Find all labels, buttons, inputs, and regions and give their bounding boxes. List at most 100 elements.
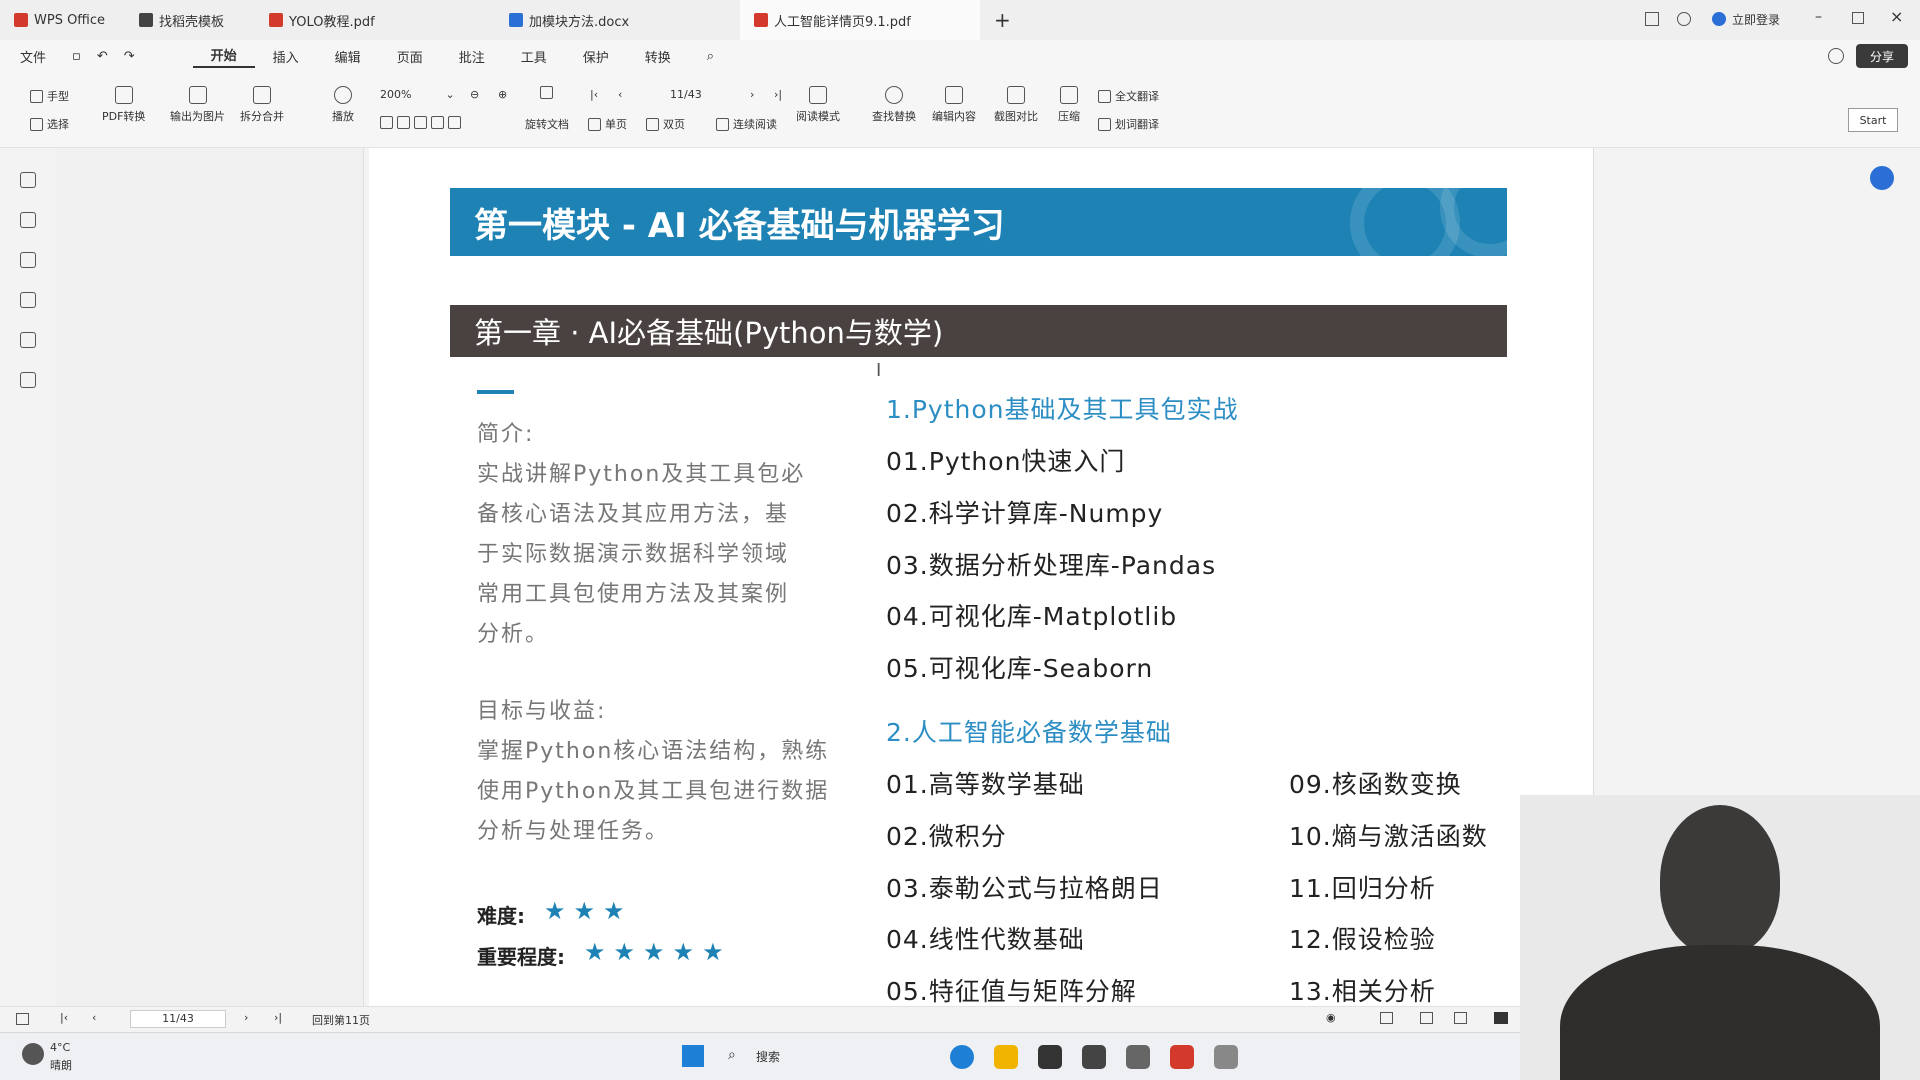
chapter-title-banner: 第一章 · AI必备基础(Python与数学) xyxy=(450,305,1507,357)
select-tool-button[interactable]: 选择 xyxy=(30,116,69,132)
page-number-input[interactable]: 11/43 xyxy=(130,1010,226,1028)
assistant-icon[interactable] xyxy=(1870,166,1894,190)
layout-icon[interactable] xyxy=(1645,12,1659,26)
menu-edit[interactable]: 编辑 xyxy=(317,47,379,66)
menu-convert[interactable]: 转换 xyxy=(627,47,689,66)
play-button[interactable]: 播放 xyxy=(332,86,354,124)
menu-comment[interactable]: 批注 xyxy=(441,47,503,66)
split-icon xyxy=(253,86,271,104)
close-icon[interactable]: × xyxy=(1890,7,1903,26)
last-page-icon[interactable]: ›| xyxy=(774,88,782,101)
menu-tools[interactable]: 工具 xyxy=(503,47,565,66)
app-icon[interactable] xyxy=(1214,1045,1238,1069)
edit-content-button[interactable]: 编辑内容 xyxy=(932,86,976,124)
taskbar-search[interactable]: 搜索 xyxy=(756,1048,780,1065)
menu-home[interactable]: 开始 xyxy=(192,45,255,68)
menu-protect[interactable]: 保护 xyxy=(565,47,627,66)
quick-redo-icon[interactable]: ↷ xyxy=(116,49,143,64)
export-image-button[interactable]: 输出为图片 xyxy=(170,86,225,124)
view-double-icon[interactable] xyxy=(1454,1012,1467,1024)
intro-line: 实战讲解Python及其工具包必 xyxy=(477,462,806,487)
wps-icon[interactable] xyxy=(1170,1045,1194,1069)
play-icon[interactable] xyxy=(1494,1012,1508,1024)
split-merge-label: 拆分合并 xyxy=(240,110,284,123)
tab-yolo-pdf[interactable]: YOLO教程.pdf xyxy=(255,0,495,40)
full-translate-button[interactable]: 全文翻译 xyxy=(1098,88,1159,104)
zoom-select[interactable]: 200% ⌄ xyxy=(380,88,455,101)
single-page-button[interactable]: 单页 xyxy=(588,116,627,132)
fit-width-icon xyxy=(380,116,393,129)
presenter-head xyxy=(1660,805,1780,955)
tab-docx[interactable]: 加模块方法.docx xyxy=(495,0,740,40)
user-avatar-icon[interactable] xyxy=(1712,12,1726,26)
signature-icon[interactable] xyxy=(20,332,36,348)
minimize-icon[interactable]: – xyxy=(1815,9,1822,25)
next-page-icon[interactable]: › xyxy=(750,88,754,101)
tab-wps-office[interactable]: WPS Office xyxy=(0,0,125,40)
first-page-icon[interactable]: |‹ xyxy=(590,88,598,101)
word-translate-button[interactable]: 划词翻译 xyxy=(1098,116,1159,132)
terminal-icon[interactable] xyxy=(1038,1045,1062,1069)
find-replace-button[interactable]: 查找替换 xyxy=(872,86,916,124)
app-icon[interactable] xyxy=(1126,1045,1150,1069)
start-button[interactable]: Start xyxy=(1848,108,1898,132)
eye-icon[interactable]: ◉ xyxy=(1326,1011,1336,1024)
zoom-out-icon[interactable]: ⊖ xyxy=(470,88,479,101)
cube-icon[interactable] xyxy=(1677,12,1691,26)
continuous-read-button[interactable]: 连续阅读 xyxy=(716,116,777,132)
comment-icon[interactable] xyxy=(20,252,36,268)
search-icon[interactable]: ⌕ xyxy=(689,49,732,64)
tab-template[interactable]: 找稻壳模板 xyxy=(125,0,255,40)
page-indicator[interactable]: 11/43 xyxy=(670,88,702,101)
split-merge-button[interactable]: 拆分合并 xyxy=(240,86,284,124)
book-icon xyxy=(809,86,827,104)
menu-file[interactable]: 文件 xyxy=(0,47,64,66)
tab-ai-pdf[interactable]: 人工智能详情页9.1.pdf xyxy=(740,0,980,40)
layers-icon[interactable] xyxy=(20,372,36,388)
attachment-icon[interactable] xyxy=(20,292,36,308)
double-page-button[interactable]: 双页 xyxy=(646,116,685,132)
prev-page-icon[interactable]: ‹ xyxy=(618,88,622,101)
edge-icon[interactable] xyxy=(950,1045,974,1069)
last-page-icon[interactable]: ›| xyxy=(274,1011,282,1024)
restore-icon[interactable] xyxy=(1852,12,1864,24)
cloud-icon[interactable] xyxy=(1828,48,1844,64)
menu-page[interactable]: 页面 xyxy=(379,47,441,66)
folder-icon[interactable] xyxy=(994,1045,1018,1069)
next-page-icon[interactable]: › xyxy=(244,1011,248,1024)
first-page-icon[interactable]: |‹ xyxy=(60,1011,68,1024)
login-link[interactable]: 立即登录 xyxy=(1732,11,1780,28)
start-menu-icon[interactable] xyxy=(682,1045,704,1067)
webcam-overlay xyxy=(1520,795,1920,1080)
menu-insert[interactable]: 插入 xyxy=(255,47,317,66)
search-icon[interactable]: ⌕ xyxy=(728,1047,736,1063)
zoom-in-icon[interactable]: ⊕ xyxy=(498,88,507,101)
compress-button[interactable]: 压缩 xyxy=(1058,86,1080,124)
quick-undo-icon[interactable]: ↶ xyxy=(89,49,116,64)
fit-page-icon[interactable] xyxy=(540,86,553,99)
app-icon[interactable] xyxy=(1082,1045,1106,1069)
goto-page-label[interactable]: 回到第11页 xyxy=(312,1012,370,1028)
section1-title: 1.Python基础及其工具包实战 xyxy=(886,395,1239,424)
hand-tool-button[interactable]: 手型 xyxy=(30,88,69,104)
bookmark-icon[interactable] xyxy=(20,172,36,188)
section2-item: 12.假设检验 xyxy=(1289,925,1436,954)
prev-page-icon[interactable]: ‹ xyxy=(92,1011,96,1024)
view-icons-group[interactable] xyxy=(380,116,461,129)
section2-item: 11.回归分析 xyxy=(1289,874,1436,903)
screenshot-compare-button[interactable]: 截图对比 xyxy=(994,86,1038,124)
quick-save-icon[interactable]: ▫ xyxy=(64,49,89,64)
single-label: 单页 xyxy=(605,118,627,131)
view-single-icon[interactable] xyxy=(1380,1012,1393,1024)
thumbnail-icon[interactable] xyxy=(20,212,36,228)
share-button[interactable]: 分享 xyxy=(1856,44,1908,68)
section1-item: 02.科学计算库-Numpy xyxy=(886,499,1164,528)
weather-icon[interactable] xyxy=(22,1043,44,1065)
read-mode-button[interactable]: 阅读模式 xyxy=(796,86,840,124)
view-cont-icon[interactable] xyxy=(1420,1012,1433,1024)
rotate-right-icon xyxy=(448,116,461,129)
rotate-doc-button[interactable]: 旋转文档 xyxy=(525,116,569,132)
new-tab-button[interactable]: + xyxy=(980,0,1025,40)
sidebar-toggle-icon[interactable] xyxy=(16,1013,29,1025)
pdf-convert-button[interactable]: PDF转换 xyxy=(102,86,145,124)
